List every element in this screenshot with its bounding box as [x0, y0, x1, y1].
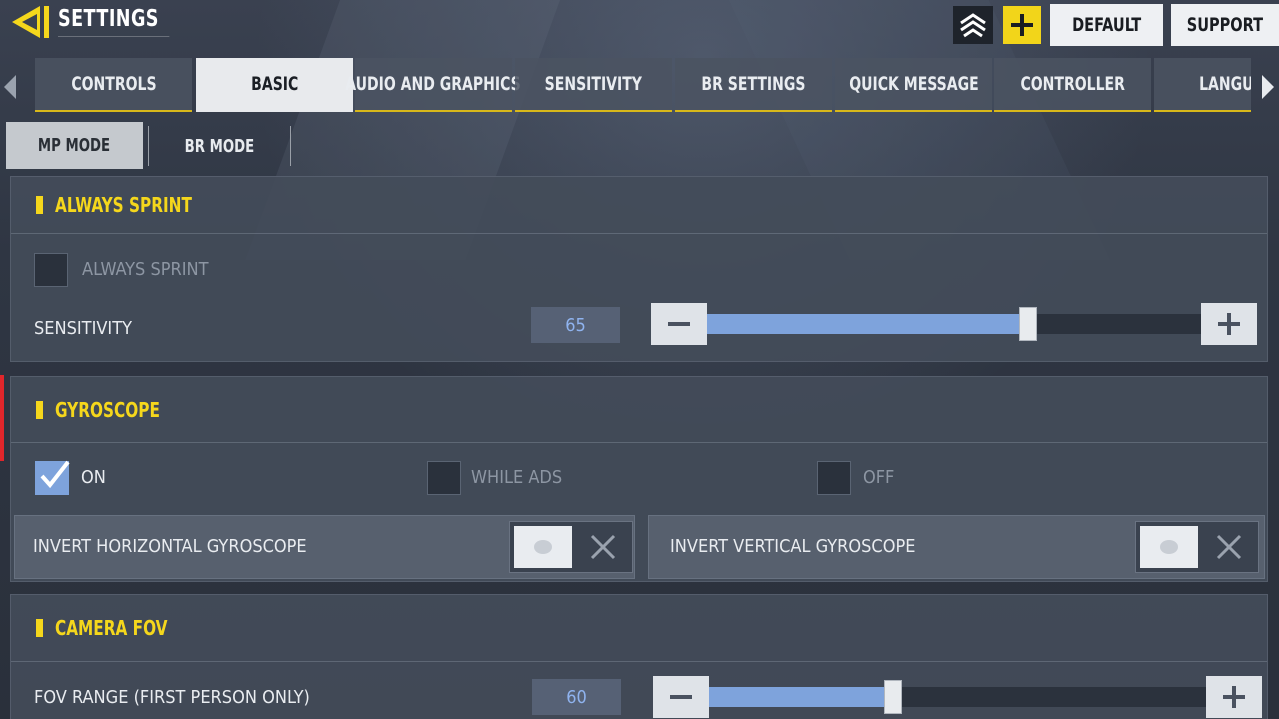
- tab-sensitivity[interactable]: SENSITIVITY: [515, 58, 672, 112]
- toggle-knob: [1140, 526, 1198, 568]
- section-header: ALWAYS SPRINT: [11, 177, 1267, 234]
- fov-decrease-button[interactable]: [653, 676, 709, 718]
- sensitivity-slider[interactable]: [707, 307, 1201, 341]
- tabs-scroll-right-button[interactable]: [1258, 70, 1278, 104]
- close-icon: [1216, 534, 1242, 560]
- fov-increase-button[interactable]: [1206, 676, 1262, 718]
- rank-button[interactable]: [953, 6, 993, 44]
- sensitivity-increase-button[interactable]: [1201, 303, 1257, 345]
- plus-icon: [1223, 686, 1245, 708]
- plus-icon: [1218, 313, 1240, 335]
- tab-label: LANGUA: [1199, 73, 1251, 95]
- tab-audio-and-graphics[interactable]: AUDIO AND GRAPHICS: [346, 58, 521, 112]
- invert-horizontal-toggle[interactable]: [509, 521, 633, 573]
- settings-tabs: CONTROLS BASIC AUDIO AND GRAPHICS SENSIT…: [35, 58, 1251, 112]
- gyroscope-off-checkbox[interactable]: [817, 461, 851, 495]
- tabs-scroll-left-button[interactable]: [0, 70, 20, 104]
- tab-language[interactable]: LANGUA: [1154, 58, 1251, 112]
- section-header: GYROSCOPE: [11, 377, 1267, 443]
- tab-label: AUDIO AND GRAPHICS: [345, 73, 522, 95]
- slider-thumb[interactable]: [1019, 307, 1037, 341]
- sensitivity-decrease-button[interactable]: [651, 303, 707, 345]
- add-button[interactable]: [1003, 6, 1041, 44]
- invert-horizontal-label: INVERT HORIZONTAL GYROSCOPE: [33, 536, 307, 557]
- gyroscope-on-checkbox[interactable]: [35, 460, 70, 495]
- fov-range-label: FOV RANGE (FIRST PERSON ONLY): [34, 687, 310, 708]
- tab-quick-message[interactable]: QUICK MESSAGE: [835, 58, 992, 112]
- page-title: SETTINGS: [58, 6, 170, 37]
- tab-label: CONTROLLER: [1020, 73, 1125, 95]
- section-header: CAMERA FOV: [11, 595, 1267, 662]
- toggle-knob: [514, 526, 572, 568]
- invert-horizontal-row: INVERT HORIZONTAL GYROSCOPE: [14, 515, 635, 579]
- tab-label: CONTROLS: [70, 73, 157, 95]
- sensitivity-label: SENSITIVITY: [34, 318, 132, 339]
- invert-vertical-label: INVERT VERTICAL GYROSCOPE: [670, 536, 916, 557]
- tab-label: BASIC: [250, 73, 299, 95]
- chevron-right-icon: [1262, 75, 1274, 99]
- fov-slider[interactable]: [709, 680, 1206, 714]
- gyroscope-panel: GYROSCOPE ON WHILE ADS OFF INVERT HORIZO…: [10, 376, 1268, 582]
- always-sprint-label: ALWAYS SPRINT: [82, 259, 209, 280]
- support-button[interactable]: SUPPORT: [1171, 4, 1279, 46]
- mode-tab-mp[interactable]: MP MODE: [6, 122, 143, 169]
- default-button[interactable]: DEFAULT: [1050, 4, 1163, 46]
- slider-thumb[interactable]: [884, 680, 902, 714]
- top-bar: SETTINGS DEFAULT SUPPORT: [0, 0, 1279, 50]
- fov-value[interactable]: 60: [532, 679, 621, 715]
- mode-tab-label: BR MODE: [184, 135, 255, 157]
- tab-label: SENSITIVITY: [544, 73, 643, 95]
- section-marker: [36, 619, 43, 637]
- gyroscope-on-label: ON: [81, 467, 106, 488]
- tab-label: QUICK MESSAGE: [848, 73, 979, 95]
- tab-label: BR SETTINGS: [701, 73, 806, 95]
- sensitivity-value[interactable]: 65: [531, 307, 620, 343]
- section-title: CAMERA FOV: [55, 616, 168, 640]
- gyroscope-while-ads-label: WHILE ADS: [471, 467, 563, 488]
- plus-icon: [1011, 14, 1033, 36]
- section-title: GYROSCOPE: [55, 397, 160, 422]
- back-arrow-icon: [12, 6, 49, 38]
- camera-fov-panel: CAMERA FOV FOV RANGE (FIRST PERSON ONLY)…: [10, 594, 1268, 719]
- slider-fill: [709, 687, 893, 707]
- tab-basic[interactable]: BASIC: [196, 58, 353, 112]
- rank-chevron-icon: [960, 13, 986, 38]
- section-title: ALWAYS SPRINT: [55, 193, 192, 217]
- always-sprint-checkbox[interactable]: [34, 253, 68, 287]
- default-button-label: DEFAULT: [1071, 14, 1142, 36]
- slider-fill: [707, 314, 1028, 334]
- tab-controller[interactable]: CONTROLLER: [994, 58, 1151, 112]
- mode-tab-label: MP MODE: [38, 135, 111, 156]
- support-button-label: SUPPORT: [1186, 14, 1264, 36]
- minus-icon: [670, 695, 692, 699]
- minus-icon: [668, 322, 690, 326]
- invert-vertical-toggle[interactable]: [1135, 521, 1259, 573]
- tab-br-settings[interactable]: BR SETTINGS: [675, 58, 832, 112]
- tab-controls[interactable]: CONTROLS: [35, 58, 192, 112]
- always-sprint-panel: ALWAYS SPRINT ALWAYS SPRINT SENSITIVITY …: [10, 176, 1268, 362]
- checkmark-icon: [40, 460, 70, 489]
- section-marker: [36, 400, 43, 419]
- gyroscope-off-label: OFF: [863, 467, 895, 488]
- close-icon: [590, 534, 616, 560]
- invert-vertical-row: INVERT VERTICAL GYROSCOPE: [648, 515, 1265, 579]
- chevron-left-icon: [4, 75, 16, 99]
- gyroscope-while-ads-checkbox[interactable]: [427, 461, 461, 495]
- back-button[interactable]: [10, 4, 54, 40]
- section-marker: [36, 196, 43, 214]
- red-edge-marker: [0, 375, 4, 461]
- mode-tab-br[interactable]: BR MODE: [148, 126, 291, 166]
